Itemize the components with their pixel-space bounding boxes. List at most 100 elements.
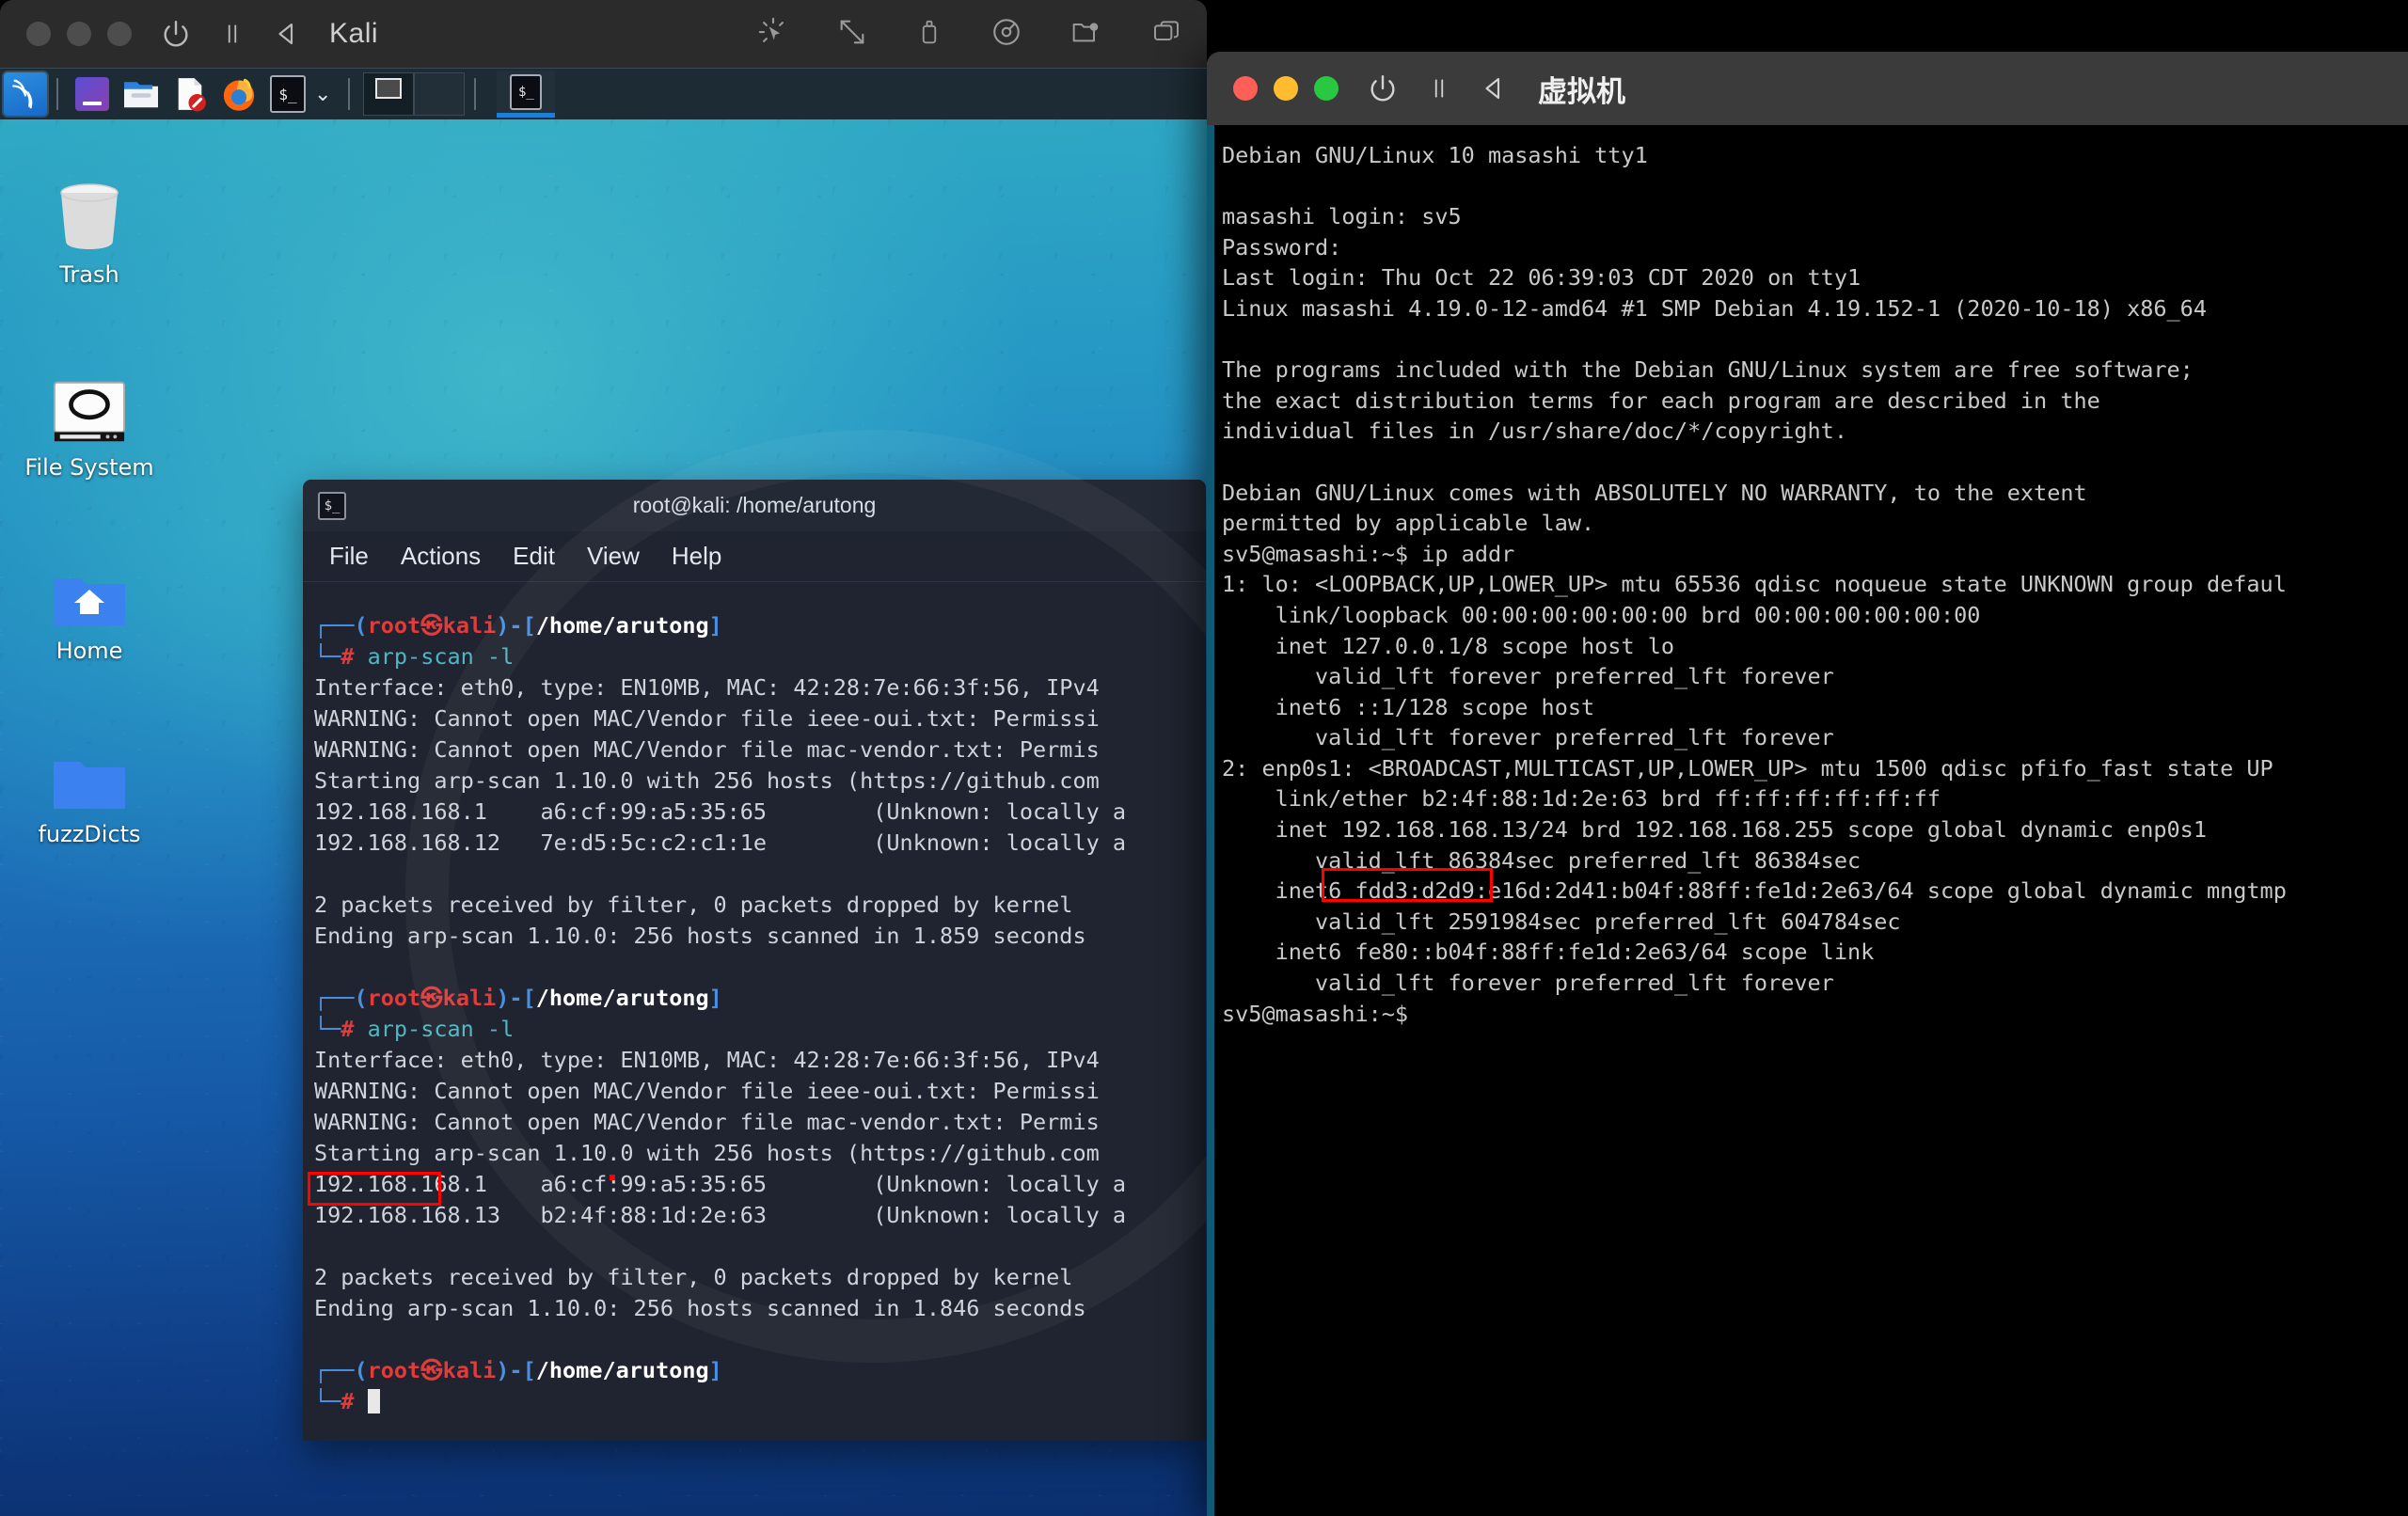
- drive-icon: [19, 359, 160, 446]
- pause-icon[interactable]: [1427, 74, 1451, 103]
- terminal-cursor-line: └─#: [314, 1386, 1206, 1417]
- kali-desktop[interactable]: Trash File System Home fuzzDicts $_ root…: [0, 119, 1207, 1516]
- host-toolbar-right[interactable]: [757, 0, 1182, 68]
- terminal-output-line: Interface: eth0, type: EN10MB, MAC: 42:2…: [314, 672, 1206, 703]
- host-titlebar[interactable]: Kali: [0, 0, 1207, 68]
- prompt-path: /home/arutong: [535, 985, 709, 1011]
- prompt-user-host: root㉿kali: [367, 612, 497, 639]
- vm-console-line: 2: enp0s1: <BROADCAST,MULTICAST,UP,LOWER…: [1222, 754, 2273, 782]
- maximize-button[interactable]: [1314, 76, 1339, 101]
- vm-console-line: [1222, 447, 2408, 478]
- vm-console-line: inet 192.168.168.13/24 brd 192.168.168.2…: [1222, 816, 2207, 844]
- desktop-icon-home[interactable]: Home: [19, 543, 160, 663]
- terminal-output-line: 192.168.168.13 b2:4f:88:1d:2e:63 (Unknow…: [314, 1200, 1206, 1231]
- desktop-icon-trash[interactable]: Trash: [19, 166, 160, 287]
- terminal-command-line: └─# arp-scan -l: [314, 1014, 1206, 1045]
- back-icon[interactable]: [1480, 74, 1508, 103]
- usb-icon[interactable]: [915, 16, 943, 52]
- terminal-prompt-line: ┌──(root㉿kali)-[/home/arutong]: [314, 983, 1206, 1014]
- vm-titlebar[interactable]: 虚拟机: [1207, 52, 2408, 125]
- vm-console-line: valid_lft forever preferred_lft forever: [1222, 663, 1834, 690]
- menu-file[interactable]: File: [329, 542, 369, 571]
- firefox-icon[interactable]: [218, 73, 260, 115]
- vm-console-line: the exact distribution terms for each pr…: [1222, 387, 2100, 414]
- desktop-icon-fuzzdicts[interactable]: fuzzDicts: [19, 726, 160, 846]
- vm-console-line: The programs included with the Debian GN…: [1222, 356, 2194, 384]
- prompt-corner: └─: [314, 1388, 341, 1414]
- vm-console-line: inet6 fe80::b04f:88ff:fe1d:2e63/64 scope…: [1222, 939, 1875, 966]
- prompt-corner: └─: [314, 643, 341, 670]
- minimize-button[interactable]: [67, 22, 91, 46]
- vm-console-line: valid_lft 2591984sec preferred_lft 60478…: [1222, 908, 1901, 935]
- pause-icon[interactable]: [220, 20, 245, 48]
- host-traffic-lights[interactable]: [26, 22, 132, 46]
- vm-window[interactable]: 虚拟机 Debian GNU/Linux 10 masashi tty1 mas…: [1207, 52, 2408, 1516]
- resize-icon[interactable]: [836, 16, 868, 52]
- power-icon[interactable]: [160, 18, 192, 50]
- desktop-icon-label: fuzzDicts: [38, 821, 141, 847]
- vm-console-line: inet 127.0.0.1/8 scope host lo: [1222, 632, 1675, 659]
- app-finder-icon[interactable]: [71, 73, 113, 115]
- panel-divider-1: [56, 78, 58, 110]
- terminal-titlebar[interactable]: $_ root@kali: /home/arutong: [303, 480, 1206, 531]
- terminal-output-line: 192.168.168.12 7e:d5:5c:c2:c1:1e (Unknow…: [314, 828, 1206, 859]
- output-text: WARNING: Cannot open MAC/Vendor file mac…: [314, 736, 1100, 763]
- terminal-output-line: 2 packets received by filter, 0 packets …: [314, 1262, 1206, 1293]
- terminal-output[interactable]: ┌──(root㉿kali)-[/home/arutong] └─# arp-sc…: [303, 582, 1206, 1417]
- vm-console-line: masashi login: sv5: [1222, 203, 1462, 230]
- power-icon[interactable]: [1367, 72, 1399, 104]
- shared-folder-icon[interactable]: [1069, 17, 1103, 51]
- menu-edit[interactable]: Edit: [513, 542, 555, 571]
- host-window-kali: Kali $_ ⌄ $_ Trash File System Home fuzz…: [0, 0, 1207, 1516]
- terminal-output-line: 2 packets received by filter, 0 packets …: [314, 890, 1206, 921]
- menu-view[interactable]: View: [587, 542, 640, 571]
- prompt-path: /home/arutong: [535, 1357, 709, 1383]
- vm-console-output[interactable]: Debian GNU/Linux 10 masashi tty1 masashi…: [1207, 125, 2408, 1029]
- terminal-output-line: Ending arp-scan 1.10.0: 256 hosts scanne…: [314, 1293, 1206, 1324]
- output-text: 192.168.168.13 b2:4f:88:1d:2e:63 (Unknow…: [314, 1202, 1127, 1228]
- taskbar-item-terminal[interactable]: $_: [497, 71, 556, 118]
- workspace-1-window: [375, 78, 403, 99]
- terminal-output-line: WARNING: Cannot open MAC/Vendor file iee…: [314, 703, 1206, 734]
- terminal-menubar[interactable]: File Actions Edit View Help: [303, 531, 1206, 582]
- prompt-sigil: #: [341, 1388, 355, 1414]
- prompt-bracket: ]: [708, 1357, 722, 1383]
- vm-traffic-lights[interactable]: [1233, 76, 1339, 101]
- vm-console-line: link/ether b2:4f:88:1d:2e:63 brd ff:ff:f…: [1222, 785, 1941, 813]
- workspace-1[interactable]: [363, 72, 415, 116]
- terminal-icon[interactable]: $_: [267, 73, 309, 115]
- screen: Kali $_ ⌄ $_ Trash File System Home fuzz…: [0, 0, 2408, 1516]
- maximize-button[interactable]: [107, 22, 132, 46]
- vm-console-line: Last login: Thu Oct 22 06:39:03 CDT 2020…: [1222, 264, 1861, 292]
- desktop-icon-label: Home: [55, 638, 123, 664]
- menu-actions[interactable]: Actions: [401, 542, 481, 571]
- terminal-window[interactable]: $_ root@kali: /home/arutong File Actions…: [303, 480, 1206, 1441]
- vm-console[interactable]: Debian GNU/Linux 10 masashi tty1 masashi…: [1207, 125, 2408, 1516]
- back-icon[interactable]: [273, 20, 301, 48]
- minimize-button[interactable]: [1274, 76, 1298, 101]
- desktop-icon-file-system[interactable]: File System: [19, 359, 160, 480]
- close-button[interactable]: [26, 22, 51, 46]
- vm-console-line: permitted by applicable law.: [1222, 510, 1595, 537]
- output-text: 192.168.168.1 a6:cf:99:a5:35:65 (Unknown…: [314, 1171, 1127, 1197]
- output-text: Starting arp-scan 1.10.0 with 256 hosts …: [314, 1140, 1100, 1166]
- kali-dragon-icon[interactable]: [4, 72, 47, 116]
- kali-panel[interactable]: $_ ⌄ $_: [0, 68, 1207, 119]
- terminal-cursor: [367, 1389, 380, 1413]
- terminal-output-line: WARNING: Cannot open MAC/Vendor file mac…: [314, 1107, 1206, 1138]
- workspace-2[interactable]: [414, 72, 466, 116]
- chevron-down-icon[interactable]: ⌄: [314, 83, 331, 106]
- vm-console-line: Debian GNU/Linux comes with ABSOLUTELY N…: [1222, 479, 2087, 506]
- output-text: Ending arp-scan 1.10.0: 256 hosts scanne…: [314, 1295, 1086, 1321]
- windows-icon[interactable]: [1150, 17, 1182, 51]
- pointer-icon[interactable]: [757, 16, 789, 52]
- workspace-switcher[interactable]: [363, 72, 466, 116]
- prompt-bracket: ┌──(: [314, 1357, 368, 1383]
- disc-icon[interactable]: [990, 16, 1022, 52]
- file-manager-icon[interactable]: [120, 73, 162, 115]
- close-button[interactable]: [1233, 76, 1258, 101]
- text-editor-icon[interactable]: [169, 73, 211, 115]
- menu-help[interactable]: Help: [672, 542, 721, 571]
